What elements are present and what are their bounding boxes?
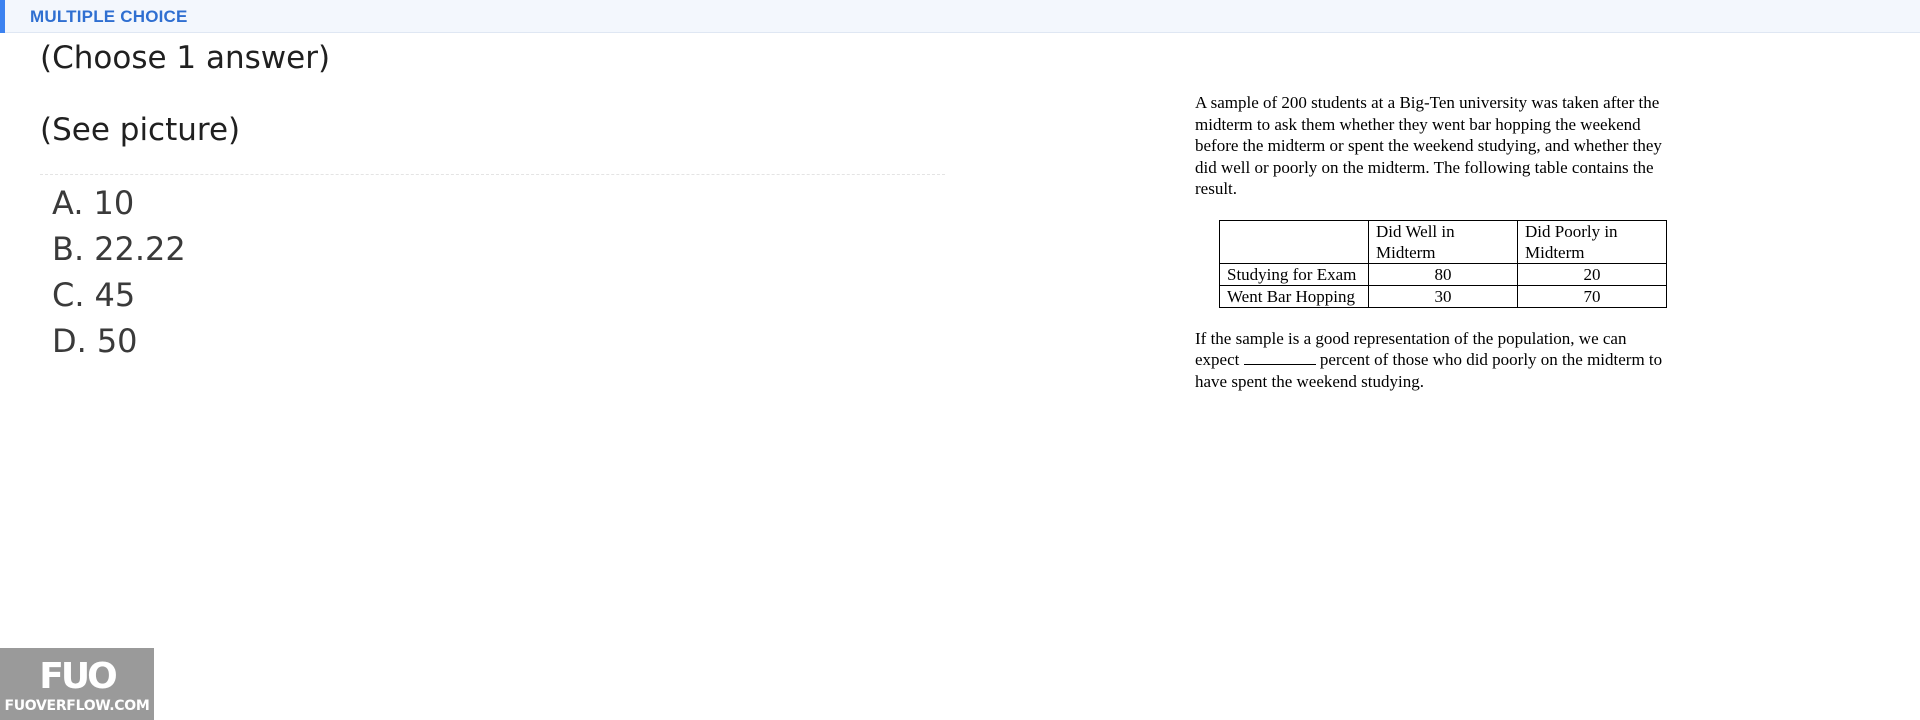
option-text: 10 xyxy=(93,184,135,222)
table-row-label: Studying for Exam xyxy=(1218,262,1370,286)
question-type-header: MULTIPLE CHOICE xyxy=(0,0,1920,33)
table-row-label: Went Bar Hopping xyxy=(1218,284,1370,308)
picture-question-text: If the sample is a good representation o… xyxy=(1195,328,1675,393)
header-accent-bar xyxy=(0,0,5,33)
fill-in-blank xyxy=(1243,350,1316,365)
option-letter: A. xyxy=(52,184,84,222)
question-prompt-secondary: (See picture) xyxy=(40,112,241,148)
quiz-page: MULTIPLE CHOICE (Choose 1 answer) (See p… xyxy=(0,0,1920,720)
option-c[interactable]: C. 45 xyxy=(52,272,186,318)
option-text: 22.22 xyxy=(94,230,186,268)
divider xyxy=(40,174,945,175)
table-cell: 30 xyxy=(1368,284,1518,308)
picture-intro-text: A sample of 200 students at a Big-Ten un… xyxy=(1195,93,1662,198)
table-cell: 20 xyxy=(1517,262,1667,286)
table-header-cell xyxy=(1218,219,1370,264)
table-cell: 80 xyxy=(1368,262,1518,286)
table-row: Went Bar Hopping 30 70 xyxy=(1218,284,1667,308)
question-picture: A sample of 200 students at a Big-Ten un… xyxy=(1195,92,1675,392)
watermark-text: FUOVERFLOW.COM xyxy=(4,698,150,714)
option-b[interactable]: B. 22.22 xyxy=(52,226,186,272)
option-text: 45 xyxy=(94,276,136,314)
answer-options: A. 10 B. 22.22 C. 45 D. 50 xyxy=(52,180,186,364)
site-watermark: FUO FUOVERFLOW.COM xyxy=(0,648,154,720)
option-letter: B. xyxy=(52,230,85,268)
option-letter: D. xyxy=(52,322,87,360)
table-row: Studying for Exam 80 20 xyxy=(1218,262,1667,286)
option-d[interactable]: D. 50 xyxy=(52,318,186,364)
watermark-logo: FUO xyxy=(39,656,117,697)
data-table: Did Well in Midterm Did Poorly in Midter… xyxy=(1218,219,1667,308)
question-type-label: MULTIPLE CHOICE xyxy=(30,7,188,26)
table-header-row: Did Well in Midterm Did Poorly in Midter… xyxy=(1218,219,1667,264)
option-text: 50 xyxy=(96,322,138,360)
question-prompt: (Choose 1 answer) xyxy=(40,40,331,76)
table-cell: 70 xyxy=(1517,284,1667,308)
option-letter: C. xyxy=(52,276,85,314)
table-header-cell: Did Well in Midterm xyxy=(1368,219,1518,264)
option-a[interactable]: A. 10 xyxy=(52,180,186,226)
table-header-cell: Did Poorly in Midterm xyxy=(1517,219,1667,264)
